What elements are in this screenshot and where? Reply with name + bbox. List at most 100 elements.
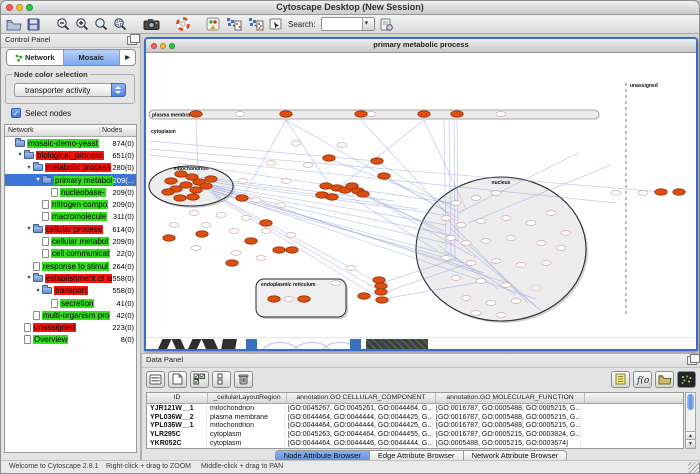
expander-icon[interactable]: ▼ [34, 177, 42, 183]
network-node[interactable] [471, 196, 481, 201]
table-row-ypl036w-1[interactable]: YPL036W__1mitochondrion[GO:0044464, GO:0… [147, 421, 683, 430]
expander-icon[interactable]: ▼ [34, 288, 42, 294]
create-attribute-icon[interactable] [168, 371, 187, 388]
tree-row-cell-communicat[interactable]: cell communicat22(0) [5, 248, 136, 260]
network-node[interactable] [511, 299, 521, 304]
network-node[interactable] [251, 198, 261, 203]
tree-row-cellular-metabol[interactable]: cellular metabol209(0) [5, 235, 136, 247]
expander-icon[interactable]: ▼ [25, 226, 33, 232]
network-node[interactable] [451, 276, 461, 281]
session-settings-icon[interactable] [380, 17, 393, 32]
zoom-in-icon[interactable] [75, 17, 89, 32]
select-nodes-checkbox[interactable]: ✓ [11, 108, 21, 118]
tree-col-nodes[interactable]: Nodes [100, 127, 136, 134]
resize-grip-icon[interactable] [688, 462, 699, 473]
network-node[interactable] [541, 261, 551, 266]
network-node-selected[interactable] [268, 296, 280, 302]
expander-icon[interactable]: ▼ [25, 165, 33, 171]
network-node[interactable] [496, 112, 506, 117]
column-header-annotation-go-molecular-function[interactable]: annotation.GO MOLECULAR_FUNCTION [436, 393, 585, 403]
tree-row-secretion[interactable]: secretion41(0) [5, 297, 136, 309]
network-node[interactable] [476, 279, 486, 284]
network-node[interactable] [235, 112, 245, 117]
network-node-selected[interactable] [174, 195, 186, 201]
network-node[interactable] [561, 231, 571, 236]
network-node[interactable] [481, 239, 491, 244]
network-node[interactable] [611, 191, 621, 196]
network-node[interactable] [501, 216, 511, 221]
network-node-selected[interactable] [226, 260, 238, 266]
open-session-icon[interactable] [6, 17, 22, 32]
network-node[interactable] [456, 223, 466, 228]
network-node-selected[interactable] [371, 158, 383, 164]
zoom-fit-icon[interactable] [94, 17, 108, 32]
network-node-selected[interactable] [375, 283, 387, 289]
snapshot-icon[interactable] [143, 17, 160, 32]
tree-row-transport[interactable]: ▼transport558(0) [5, 285, 136, 297]
network-node[interactable] [451, 201, 461, 206]
network-node[interactable] [471, 311, 481, 316]
network-node[interactable] [191, 246, 201, 251]
network-node[interactable] [461, 296, 471, 301]
help-icon[interactable] [176, 17, 190, 32]
network-node-selected[interactable] [418, 111, 430, 117]
tab-mosaic[interactable]: Mosaic [64, 50, 121, 65]
network-node-selected[interactable] [375, 289, 387, 295]
float-panel-icon[interactable] [687, 356, 697, 365]
network-node[interactable] [461, 241, 471, 246]
expander-icon[interactable]: ▼ [25, 275, 33, 281]
network-node[interactable] [231, 251, 241, 256]
function-builder-icon[interactable]: f(o) [633, 371, 652, 388]
network-node-selected[interactable] [673, 189, 685, 195]
network-node-selected[interactable] [355, 111, 367, 117]
tree-row-nitrogen-compo[interactable]: nitrogen compo209(0) [5, 198, 136, 210]
select-all-attributes-icon[interactable] [190, 371, 209, 388]
network-node-selected[interactable] [165, 178, 177, 184]
network-node-selected[interactable] [286, 247, 298, 253]
tree-row-nucleobase[interactable]: nucleobase-209(0) [5, 186, 136, 198]
tree-row-overview[interactable]: Overview8(0) [5, 334, 136, 346]
tree-row-primary-metabol[interactable]: ▼primary metabol209(... [5, 174, 136, 186]
network-node-selected[interactable] [326, 194, 338, 200]
network-node-selected[interactable] [358, 293, 370, 299]
network-node-selected[interactable] [373, 277, 385, 283]
network-node-selected[interactable] [180, 182, 192, 188]
attribute-batch-icon[interactable] [611, 371, 630, 388]
delete-attribute-icon[interactable] [234, 371, 253, 388]
network-node-selected[interactable] [200, 183, 212, 189]
unselect-all-attributes-icon[interactable] [212, 371, 231, 388]
network-node[interactable] [238, 179, 248, 184]
layout-red-icon[interactable] [247, 17, 264, 32]
network-node[interactable] [261, 229, 271, 234]
network-node-selected[interactable] [298, 296, 310, 302]
network-node[interactable] [216, 213, 226, 218]
network-node-selected[interactable] [190, 111, 202, 117]
import-attributes-icon[interactable] [655, 371, 674, 388]
network-node[interactable] [286, 233, 296, 238]
expander-icon[interactable]: ▼ [16, 152, 24, 158]
network-node-selected[interactable] [236, 195, 248, 201]
tree-row-establishment-of-lo[interactable]: ▼establishment of lo558(0) [5, 272, 136, 284]
network-node[interactable] [256, 256, 266, 261]
network-node[interactable] [466, 261, 476, 266]
network-node[interactable] [266, 161, 276, 166]
scroll-down-icon[interactable]: ▼ [686, 439, 695, 448]
edit-annotation-icon[interactable] [269, 17, 283, 32]
network-node[interactable] [441, 216, 451, 221]
matrix-view-icon[interactable] [677, 371, 696, 388]
tree-row-cellular-process[interactable]: ▼cellular process614(0) [5, 223, 136, 235]
zoom-out-icon[interactable] [56, 17, 70, 32]
network-node[interactable] [638, 191, 648, 196]
network-node[interactable] [486, 301, 496, 306]
tab-overflow-arrow-icon[interactable]: ▶ [120, 50, 135, 65]
network-node[interactable] [276, 203, 286, 208]
network-node-selected[interactable] [273, 247, 285, 253]
table-row-yjr121w-1[interactable]: YJR121W__1mitochondrion[GO:0045267, GO:0… [147, 404, 683, 413]
tree-row-multi-organism-pro[interactable]: multi-organism pro42(0) [5, 309, 136, 321]
tree-row-response-to-stimul[interactable]: response to stimul264(0) [5, 260, 136, 272]
float-panel-icon[interactable] [127, 36, 137, 45]
network-node[interactable] [441, 256, 451, 261]
network-node[interactable] [546, 211, 556, 216]
network-node-selected[interactable] [162, 189, 174, 195]
column-header-id[interactable]: ID [147, 393, 208, 403]
